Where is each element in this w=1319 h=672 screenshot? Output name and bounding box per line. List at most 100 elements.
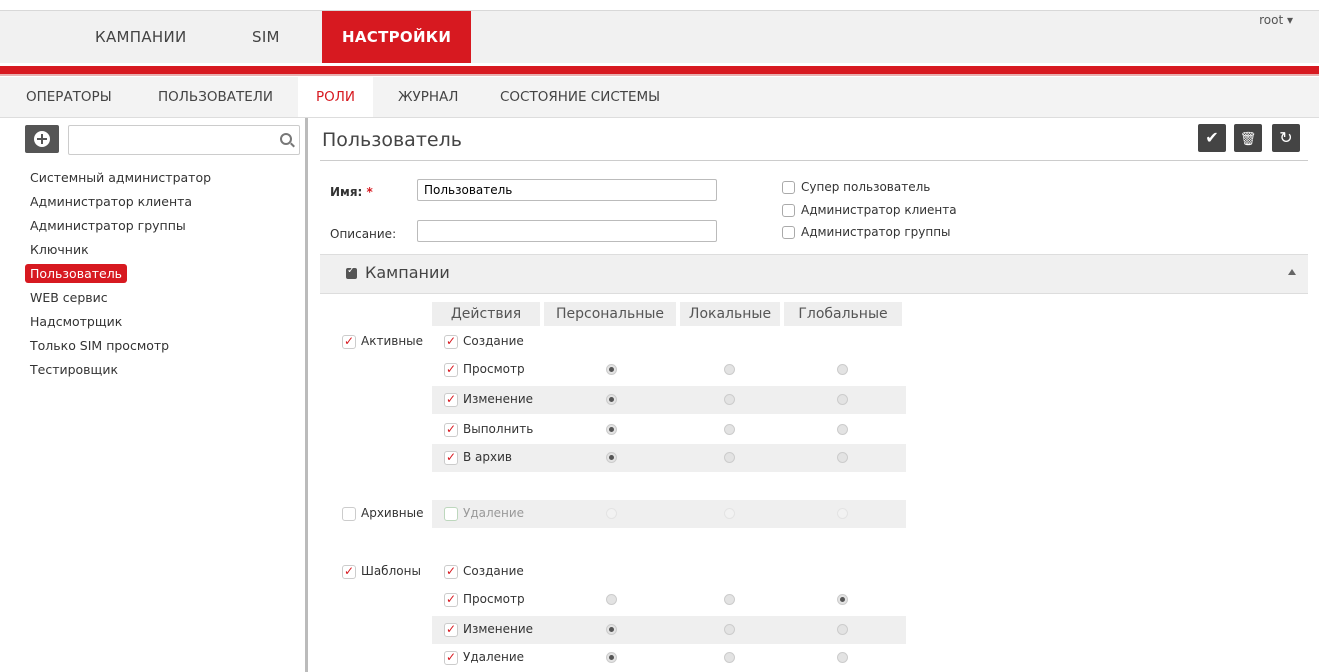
group-label[interactable]: Активные <box>342 334 423 349</box>
super-user-flag[interactable]: Супер пользователь <box>782 179 930 195</box>
description-field[interactable] <box>417 220 717 242</box>
action-checkbox[interactable] <box>444 422 458 437</box>
table-row: Выполнить <box>332 416 906 444</box>
group-checkbox[interactable] <box>342 334 356 349</box>
collapse-icon[interactable] <box>1288 269 1296 275</box>
action-label[interactable]: Удаление <box>444 650 524 665</box>
role-editor: Пользователь ✔ 🗑 ↻ Имя: * Описание: Супе… <box>320 118 1310 672</box>
delete-button[interactable]: 🗑 <box>1234 124 1262 152</box>
action-label[interactable]: Создание <box>444 334 524 349</box>
action-checkbox[interactable] <box>444 650 458 665</box>
scope-radio[interactable] <box>837 424 848 435</box>
role-item[interactable]: Администратор группы <box>30 214 211 238</box>
page-title: Пользователь <box>322 129 462 151</box>
client-admin-label: Администратор клиента <box>801 203 957 217</box>
scope-radio[interactable] <box>606 364 617 375</box>
scope-radio[interactable] <box>837 624 848 635</box>
role-item[interactable]: Тестировщик <box>30 358 211 382</box>
scope-radio[interactable] <box>606 624 617 635</box>
role-item[interactable]: WEB сервис <box>30 286 211 310</box>
role-item[interactable]: Надсмотрщик <box>30 310 211 334</box>
group-label[interactable]: Архивные <box>342 506 424 521</box>
section-checkbox[interactable] <box>346 265 357 279</box>
tab-system-status[interactable]: СОСТОЯНИЕ СИСТЕМЫ <box>500 77 660 117</box>
scope-radio[interactable] <box>724 652 735 663</box>
splitter[interactable] <box>305 118 308 672</box>
action-checkbox[interactable] <box>444 334 458 349</box>
scope-radio[interactable] <box>837 652 848 663</box>
action-checkbox[interactable] <box>444 362 458 377</box>
scope-radio[interactable] <box>724 364 735 375</box>
scope-radio[interactable] <box>606 424 617 435</box>
action-checkbox[interactable] <box>444 622 458 637</box>
role-item-label: Ключник <box>30 242 89 257</box>
action-label[interactable]: В архив <box>444 450 512 465</box>
scope-radio[interactable] <box>724 424 735 435</box>
super-user-label: Супер пользователь <box>801 180 931 194</box>
action-label[interactable]: Выполнить <box>444 422 533 437</box>
scope-radio[interactable] <box>837 594 848 605</box>
user-menu[interactable]: root ▾ <box>1259 13 1293 27</box>
scope-radio[interactable] <box>606 452 617 463</box>
section-title: Кампании <box>365 263 450 282</box>
role-item-selected[interactable]: Пользователь <box>25 262 211 286</box>
action-label[interactable]: Изменение <box>444 622 533 637</box>
undo-button[interactable]: ↻ <box>1272 124 1300 152</box>
action-label[interactable]: Просмотр <box>444 592 525 607</box>
group-checkbox[interactable] <box>342 564 356 579</box>
role-item[interactable]: Только SIM просмотр <box>30 334 211 358</box>
scope-radio[interactable] <box>606 594 617 605</box>
group-label[interactable]: Шаблоны <box>342 564 421 579</box>
client-admin-flag[interactable]: Администратор клиента <box>782 202 957 218</box>
scope-radio[interactable] <box>837 394 848 405</box>
scope-radio[interactable] <box>837 364 848 375</box>
role-item[interactable]: Ключник <box>30 238 211 262</box>
save-button[interactable]: ✔ <box>1198 124 1226 152</box>
column-header: Глобальные <box>784 302 902 326</box>
role-search-input[interactable] <box>75 128 269 154</box>
role-item[interactable]: Администратор клиента <box>30 190 211 214</box>
scope-radio[interactable] <box>724 452 735 463</box>
table-row: Активные Создание <box>332 328 906 356</box>
scope-radio[interactable] <box>837 452 848 463</box>
group-admin-flag[interactable]: Администратор группы <box>782 224 951 240</box>
action-checkbox[interactable] <box>444 392 458 407</box>
scope-radio[interactable] <box>724 624 735 635</box>
action-checkbox[interactable] <box>444 564 458 579</box>
tab-roles[interactable]: РОЛИ <box>298 77 374 117</box>
action-checkbox[interactable] <box>444 592 458 607</box>
scope-radio[interactable] <box>724 594 735 605</box>
scope-radio[interactable] <box>606 394 617 405</box>
tab-journal[interactable]: ЖУРНАЛ <box>398 77 458 117</box>
scope-radio[interactable] <box>724 394 735 405</box>
group-checkbox[interactable] <box>342 506 356 521</box>
add-role-button[interactable] <box>25 125 59 153</box>
scope-radio[interactable] <box>606 652 617 663</box>
action-label[interactable]: Просмотр <box>444 362 525 377</box>
client-admin-checkbox[interactable] <box>782 204 795 217</box>
action-checkbox[interactable] <box>444 450 458 465</box>
action-label[interactable]: Создание <box>444 564 524 579</box>
name-label: Имя: * <box>330 185 373 199</box>
role-item-label: Только SIM просмотр <box>30 338 170 353</box>
name-field[interactable] <box>417 179 717 201</box>
campaigns-section-header[interactable]: Кампании <box>320 254 1308 294</box>
role-item[interactable]: Системный администратор <box>30 166 211 190</box>
plus-icon <box>34 131 50 147</box>
tab-operators[interactable]: ОПЕРАТОРЫ <box>26 77 112 117</box>
check-icon: ✔ <box>1205 128 1219 147</box>
super-user-checkbox[interactable] <box>782 181 795 194</box>
action-label[interactable]: Изменение <box>444 392 533 407</box>
topnav-campaigns[interactable]: КАМПАНИИ <box>95 11 187 63</box>
search-icon[interactable] <box>280 133 292 145</box>
topnav-settings[interactable]: НАСТРОЙКИ <box>322 11 472 63</box>
group-admin-checkbox[interactable] <box>782 226 795 239</box>
action-label: Удаление <box>444 506 524 521</box>
role-item-label: Системный администратор <box>30 170 212 185</box>
top-nav: КАМПАНИИ SIM НАСТРОЙКИ root ▾ <box>0 10 1319 63</box>
group-label-text: Активные <box>361 334 424 348</box>
table-row: Изменение <box>332 616 906 644</box>
tab-users[interactable]: ПОЛЬЗОВАТЕЛИ <box>158 77 273 117</box>
table-row: Удаление <box>332 644 906 672</box>
topnav-sim[interactable]: SIM <box>252 11 280 63</box>
